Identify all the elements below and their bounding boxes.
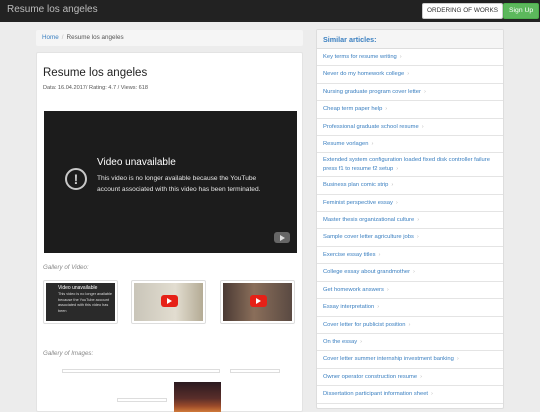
youtube-logo-icon[interactable] xyxy=(274,232,290,243)
chevron-right-icon: › xyxy=(408,321,411,328)
similar-article-label: Extended system configuration loaded fix… xyxy=(323,157,490,172)
chevron-right-icon: › xyxy=(407,71,410,78)
similar-article-link[interactable]: Cheap term paper help › xyxy=(317,101,503,119)
breadcrumb-current: Resume los angeles xyxy=(66,34,124,41)
similar-articles-list: Key terms for resume writing › Never do my… xyxy=(317,49,503,404)
similar-article-label: Resume vorlagen xyxy=(323,141,369,148)
gallery-video-label: Gallery of Video: xyxy=(43,264,89,271)
chevron-right-icon: › xyxy=(378,251,381,258)
article-meta: Data: 16.04.2017/ Rating: 4.7 / Views: 6… xyxy=(43,85,149,91)
chevron-right-icon: › xyxy=(423,88,426,95)
page-title: Resume los angeles xyxy=(43,67,148,79)
similar-article-link[interactable]: Get homework answers › xyxy=(317,282,503,300)
chevron-right-icon: › xyxy=(371,141,374,148)
sign-up-button[interactable]: Sign Up xyxy=(503,3,540,19)
chevron-right-icon: › xyxy=(456,356,459,363)
similar-article-link[interactable]: Exercise essay titles › xyxy=(317,247,503,265)
chevron-right-icon: › xyxy=(360,338,363,345)
similar-article-link[interactable]: Essay interpretation › xyxy=(317,299,503,317)
chevron-right-icon: › xyxy=(391,182,394,189)
similar-article-link[interactable]: Sample cover letter agriculture jobs › xyxy=(317,229,503,247)
site-brand[interactable]: Resume los angeles xyxy=(7,4,98,15)
chevron-right-icon: › xyxy=(395,199,398,206)
similar-article-label: Cover letter for publicist position xyxy=(323,321,406,328)
chevron-right-icon: › xyxy=(396,165,399,172)
gallery-images-label: Gallery of Images: xyxy=(43,350,94,357)
thumbnail-text: This video is no longer available becaus… xyxy=(58,292,113,313)
similar-article-label: Exercise essay titles xyxy=(323,251,376,258)
chevron-right-icon: › xyxy=(399,54,402,60)
similar-article-label: Never do my homework college xyxy=(323,71,405,78)
similar-article-label: Cover letter summer internship investmen… xyxy=(323,356,454,363)
chevron-right-icon: › xyxy=(420,373,423,380)
chevron-right-icon: › xyxy=(386,286,389,293)
chevron-right-icon: › xyxy=(421,123,424,130)
similar-article-link[interactable]: Owner operator construction resume › xyxy=(317,369,503,387)
play-icon xyxy=(250,295,267,307)
thumbnail-heading: Video unavailable xyxy=(58,285,98,291)
similar-article-label: Feminist perspective essay xyxy=(323,199,393,206)
chevron-right-icon: › xyxy=(416,234,419,241)
similar-article-label: Cheap term paper help xyxy=(323,106,383,113)
ordering-of-works-button[interactable]: ORDERING OF WORKS xyxy=(422,3,504,19)
similar-article-label: Nursing graduate program cover letter xyxy=(323,88,421,95)
video-thumbnail-3[interactable] xyxy=(220,280,295,324)
similar-article-label: Key terms for resume writing xyxy=(323,54,397,60)
breadcrumb: Home / Resume los angeles xyxy=(36,30,303,46)
article-panel: Resume los angeles Data: 16.04.2017/ Rat… xyxy=(36,52,303,412)
similar-article-link[interactable]: Dissertation participant information she… xyxy=(317,386,503,404)
video-unavailable-message: This video is no longer available becaus… xyxy=(97,175,261,193)
image-placeholder xyxy=(62,369,220,373)
similar-articles-panel: Similar articles: Key terms for resume w… xyxy=(316,29,504,409)
similar-article-label: Essay interpretation xyxy=(323,304,375,311)
video-unavailable-heading: Video unavailable xyxy=(97,157,176,168)
similar-article-link[interactable]: Cover letter summer internship investmen… xyxy=(317,351,503,369)
similar-article-label: College essay about grandmother xyxy=(323,269,411,276)
similar-article-link[interactable]: On the essay › xyxy=(317,334,503,352)
similar-article-link[interactable]: Business plan comic strip › xyxy=(317,177,503,195)
similar-article-label: Sample cover letter agriculture jobs xyxy=(323,234,414,241)
exclamation-icon: ! xyxy=(65,168,87,190)
thumbnail-image xyxy=(223,283,292,321)
similar-article-link[interactable]: College essay about grandmother › xyxy=(317,264,503,282)
video-thumbnail-2[interactable] xyxy=(131,280,206,324)
similar-article-label: Professional graduate school resume xyxy=(323,123,419,130)
play-icon xyxy=(161,295,178,307)
chevron-right-icon: › xyxy=(413,269,415,276)
similar-article-label: On the essay xyxy=(323,338,358,345)
similar-article-label: Get homework answers xyxy=(323,286,384,293)
thumbnail-image: Video unavailable This video is no longe… xyxy=(46,283,115,321)
similar-article-link[interactable]: Master thesis organizational culture › xyxy=(317,212,503,230)
similar-article-label: Master thesis organizational culture xyxy=(323,217,415,224)
top-navbar: Resume los angeles ORDERING OF WORKS Sig… xyxy=(0,0,540,22)
video-player[interactable]: ! Video unavailable This video is no lon… xyxy=(44,111,297,253)
chevron-right-icon: › xyxy=(417,217,420,224)
similar-article-link[interactable]: Feminist perspective essay › xyxy=(317,195,503,213)
image-placeholder xyxy=(230,369,280,373)
chevron-right-icon: › xyxy=(385,106,388,113)
similar-article-link[interactable]: Extended system configuration loaded fix… xyxy=(317,153,503,178)
image-placeholder xyxy=(117,398,167,402)
similar-article-link[interactable]: Cover letter for publicist position › xyxy=(317,317,503,334)
similar-article-link[interactable]: Professional graduate school resume › xyxy=(317,119,503,137)
similar-article-label: Dissertation participant information she… xyxy=(323,391,429,398)
breadcrumb-home-link[interactable]: Home xyxy=(42,34,59,41)
thumbnail-image xyxy=(134,283,203,321)
similar-article-label: Owner operator construction resume xyxy=(323,373,418,380)
video-thumbnail-1[interactable]: Video unavailable This video is no longe… xyxy=(43,280,118,324)
similar-article-link[interactable]: Nursing graduate program cover letter › xyxy=(317,84,503,102)
similar-article-link[interactable]: Never do my homework college › xyxy=(317,66,503,84)
chevron-right-icon: › xyxy=(431,391,433,398)
gallery-image[interactable] xyxy=(174,382,221,412)
similar-article-label: Business plan comic strip xyxy=(323,182,389,189)
similar-article-link[interactable]: Key terms for resume writing › xyxy=(317,49,503,67)
similar-articles-heading: Similar articles: xyxy=(317,30,503,49)
breadcrumb-separator: / xyxy=(61,34,64,41)
chevron-right-icon: › xyxy=(377,304,380,311)
similar-article-link[interactable]: Resume vorlagen › xyxy=(317,136,503,154)
